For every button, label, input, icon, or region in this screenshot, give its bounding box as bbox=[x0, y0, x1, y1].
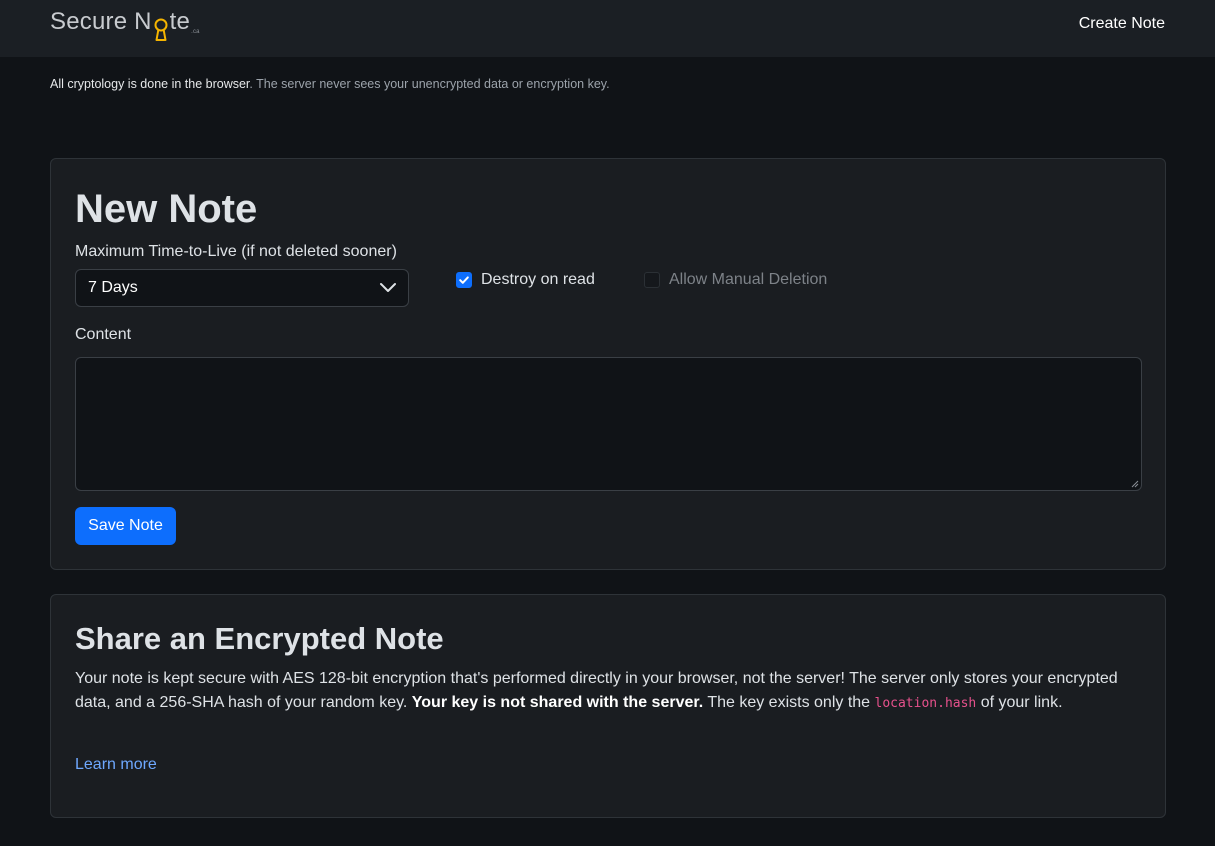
content-textarea[interactable] bbox=[75, 357, 1142, 491]
notice-rest: . The server never sees your unencrypted… bbox=[249, 77, 610, 91]
ttl-select-value: 7 Days bbox=[88, 279, 138, 296]
logo-text-end: te bbox=[169, 8, 191, 35]
ttl-select[interactable]: 7 Days bbox=[75, 269, 409, 307]
crypto-notice: All cryptology is done in the browser. T… bbox=[50, 76, 610, 92]
save-note-button[interactable]: Save Note bbox=[75, 507, 176, 545]
share-text-2: The key exists only the bbox=[703, 694, 875, 711]
logo-tld: .ca bbox=[191, 29, 200, 35]
destroy-on-read-label: Destroy on read bbox=[481, 271, 595, 288]
notice-strong: All cryptology is done in the browser bbox=[50, 77, 250, 91]
resize-grip-icon[interactable] bbox=[1131, 480, 1139, 488]
share-description: Your note is kept secure with AES 128-bi… bbox=[75, 667, 1145, 716]
location-hash-code: location.hash bbox=[874, 696, 977, 711]
share-info-card: Share an Encrypted Note Your note is kep… bbox=[50, 594, 1166, 818]
navbar: Secure N te .ca Create Note bbox=[0, 0, 1215, 57]
share-title: Share an Encrypted Note bbox=[75, 621, 444, 656]
content-label: Content bbox=[75, 326, 132, 343]
logo[interactable]: Secure N te .ca bbox=[50, 8, 200, 44]
chevron-down-icon bbox=[380, 283, 396, 292]
logo-text-start: Secure N bbox=[50, 8, 152, 35]
create-note-link[interactable]: Create Note bbox=[1079, 14, 1165, 34]
new-note-title: New Note bbox=[75, 187, 258, 231]
learn-more-link[interactable]: Learn more bbox=[75, 755, 157, 775]
ttl-label: Maximum Time-to-Live (if not deleted soo… bbox=[75, 243, 397, 260]
destroy-on-read-checkbox[interactable] bbox=[456, 272, 472, 288]
destroy-on-read-option[interactable]: Destroy on read bbox=[456, 270, 595, 290]
keyhole-icon bbox=[153, 18, 169, 50]
share-text-3: of your link. bbox=[976, 694, 1063, 711]
manual-deletion-option: Allow Manual Deletion bbox=[644, 270, 827, 290]
manual-deletion-label: Allow Manual Deletion bbox=[669, 271, 828, 288]
check-icon bbox=[459, 276, 469, 284]
share-text-bold: Your key is not shared with the server. bbox=[411, 694, 704, 711]
manual-deletion-checkbox bbox=[644, 272, 660, 288]
new-note-card: New Note Maximum Time-to-Live (if not de… bbox=[50, 158, 1166, 570]
